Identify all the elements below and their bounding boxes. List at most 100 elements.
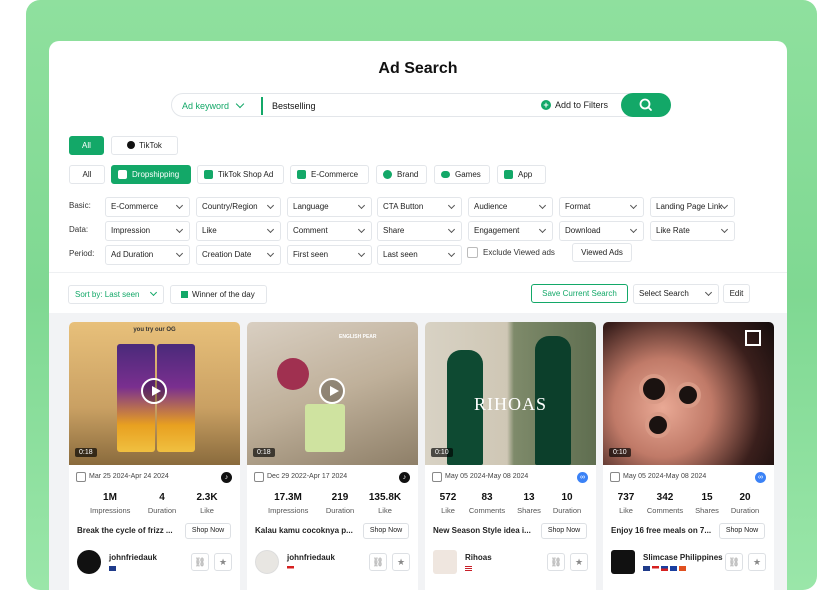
thumbnail-caption: ENGLISH PEAR <box>339 334 377 340</box>
filter-select-data[interactable]: Impression <box>105 221 190 241</box>
filter-select-data[interactable]: Share <box>377 221 462 241</box>
category-chip-brand[interactable]: Brand <box>376 165 427 184</box>
sort-dropdown[interactable]: Sort by: Last seen <box>68 285 164 304</box>
video-duration: 0:18 <box>75 448 97 457</box>
search-input[interactable]: Bestselling <box>272 101 316 111</box>
filter-select-data[interactable]: Comment <box>287 221 372 241</box>
edit-button[interactable]: Edit <box>723 284 750 303</box>
filter-select-period[interactable]: Last seen <box>377 245 462 265</box>
category-chip-all[interactable]: All <box>69 165 105 184</box>
search-bar[interactable]: Ad keyword Bestselling + Add to Filters <box>171 93 670 117</box>
stat-label: Comments <box>646 506 684 515</box>
chevron-down-icon <box>266 225 275 234</box>
video-duration: 0:18 <box>253 448 275 457</box>
ad-thumbnail[interactable]: 0:10 <box>603 322 774 465</box>
category-chip-dropshipping[interactable]: Dropshipping <box>111 165 191 184</box>
stat-value: 4 <box>159 492 165 503</box>
viewed-ads-button[interactable]: Viewed Ads <box>572 243 632 262</box>
chevron-down-icon <box>629 201 638 210</box>
filter-select-basic[interactable]: CTA Button <box>377 197 462 217</box>
category-chip-e-commerce[interactable]: E-Commerce <box>290 165 369 184</box>
filter-select-basic[interactable]: Country/Region <box>196 197 281 217</box>
save-current-search-button[interactable]: Save Current Search <box>531 284 628 303</box>
filter-select-basic[interactable]: Landing Page Link <box>650 197 735 217</box>
chevron-down-icon <box>175 249 184 258</box>
ad-card[interactable]: 0:10 May 05 2024-May 08 2024 ∞ 737 Like … <box>603 322 774 590</box>
stat-label: Duration <box>730 506 760 515</box>
link-icon[interactable]: ⛓ <box>725 553 743 571</box>
avatar <box>77 550 101 574</box>
advertiser-name[interactable]: johnfriedauk <box>109 553 157 562</box>
ad-card[interactable]: RIHOAS 0:10 May 05 2024-May 08 2024 ∞ 57… <box>425 322 596 590</box>
gamepad-icon <box>441 171 450 178</box>
shop-icon <box>204 170 213 179</box>
select-search-label: Select Search <box>639 289 689 298</box>
filter-select-data[interactable]: Engagement <box>468 221 553 241</box>
filter-select-basic[interactable]: Format <box>559 197 644 217</box>
exclude-viewed-checkbox[interactable] <box>467 247 478 258</box>
filter-select-label: First seen <box>293 250 329 259</box>
category-chip-label: Games <box>455 170 481 179</box>
filter-select-basic[interactable]: E-Commerce <box>105 197 190 217</box>
add-to-filters-button[interactable]: + Add to Filters <box>541 100 608 110</box>
category-chip-games[interactable]: Games <box>434 165 490 184</box>
platform-tab-all[interactable]: All <box>69 136 104 155</box>
winner-of-the-day-button[interactable]: Winner of the day <box>170 285 267 304</box>
advertiser-name[interactable]: johnfriedauk <box>287 553 335 562</box>
filter-select-data[interactable]: Download <box>559 221 644 241</box>
ad-date-range: May 05 2024-May 08 2024 <box>623 473 707 480</box>
ad-card[interactable]: ENGLISH PEAR 0:18 Dec 29 2022-Apr 17 202… <box>247 322 418 590</box>
search-type-dropdown[interactable]: Ad keyword <box>182 99 245 111</box>
brand-watermark: RIHOAS <box>473 394 547 414</box>
platform-tab-tiktok[interactable]: TikTok <box>111 136 178 155</box>
filter-select-data[interactable]: Like <box>196 221 281 241</box>
stat-value: 572 <box>439 492 457 503</box>
chevron-down-icon <box>357 201 366 210</box>
link-icon[interactable]: ⛓ <box>191 553 209 571</box>
stat-value: 2.3K <box>196 492 218 503</box>
link-icon[interactable]: ⛓ <box>547 553 565 571</box>
filter-select-period[interactable]: Ad Duration <box>105 245 190 265</box>
filter-select-label: Ad Duration <box>111 250 154 259</box>
shop-now-button[interactable]: Shop Now <box>541 523 587 539</box>
sg-flag-icon <box>679 566 686 571</box>
filter-select-basic[interactable]: Audience <box>468 197 553 217</box>
filter-select-period[interactable]: Creation Date <box>196 245 281 265</box>
ad-thumbnail[interactable]: RIHOAS 0:10 <box>425 322 596 465</box>
filter-select-basic[interactable]: Language <box>287 197 372 217</box>
shop-now-button[interactable]: Shop Now <box>185 523 231 539</box>
camera-lens <box>639 374 669 404</box>
camera-lens <box>675 382 701 408</box>
ad-card[interactable]: you try our OG 0:18 Mar 25 2024-Apr 24 2… <box>69 322 240 590</box>
select-search-dropdown[interactable]: Select Search <box>633 284 719 304</box>
star-icon[interactable]: ★ <box>214 553 232 571</box>
chevron-down-icon <box>538 225 547 234</box>
shop-now-button[interactable]: Shop Now <box>719 523 765 539</box>
filter-select-label: Share <box>383 226 405 235</box>
link-icon[interactable]: ⛓ <box>369 553 387 571</box>
advertiser-name[interactable]: Rihoas <box>465 553 492 562</box>
platform-tab-tiktok-label: TikTok <box>139 141 162 150</box>
filter-select-period[interactable]: First seen <box>287 245 372 265</box>
category-chip-tiktok-shop-ad[interactable]: TikTok Shop Ad <box>197 165 284 184</box>
stat-label: Impressions <box>268 506 309 515</box>
ad-description: Kalau kamu cocoknya p... <box>255 526 353 535</box>
stat-label: Shares <box>695 506 719 515</box>
winner-label: Winner of the day <box>192 290 255 299</box>
brand-icon <box>383 170 392 179</box>
filter-select-data[interactable]: Like Rate <box>650 221 735 241</box>
advertiser-name[interactable]: Slimcase Philippines <box>643 553 723 562</box>
shop-now-button[interactable]: Shop Now <box>363 523 409 539</box>
star-icon[interactable]: ★ <box>748 553 766 571</box>
chevron-down-icon <box>235 99 245 109</box>
stat-value: 20 <box>739 492 751 503</box>
play-icon[interactable] <box>319 378 345 404</box>
ad-thumbnail[interactable]: ENGLISH PEAR 0:18 <box>247 322 418 465</box>
category-chip-app[interactable]: App <box>497 165 546 184</box>
search-button[interactable] <box>621 93 671 117</box>
play-icon[interactable] <box>141 378 167 404</box>
star-icon[interactable]: ★ <box>392 553 410 571</box>
ad-thumbnail[interactable]: you try our OG 0:18 <box>69 322 240 465</box>
stat-value: 219 <box>331 492 349 503</box>
star-icon[interactable]: ★ <box>570 553 588 571</box>
